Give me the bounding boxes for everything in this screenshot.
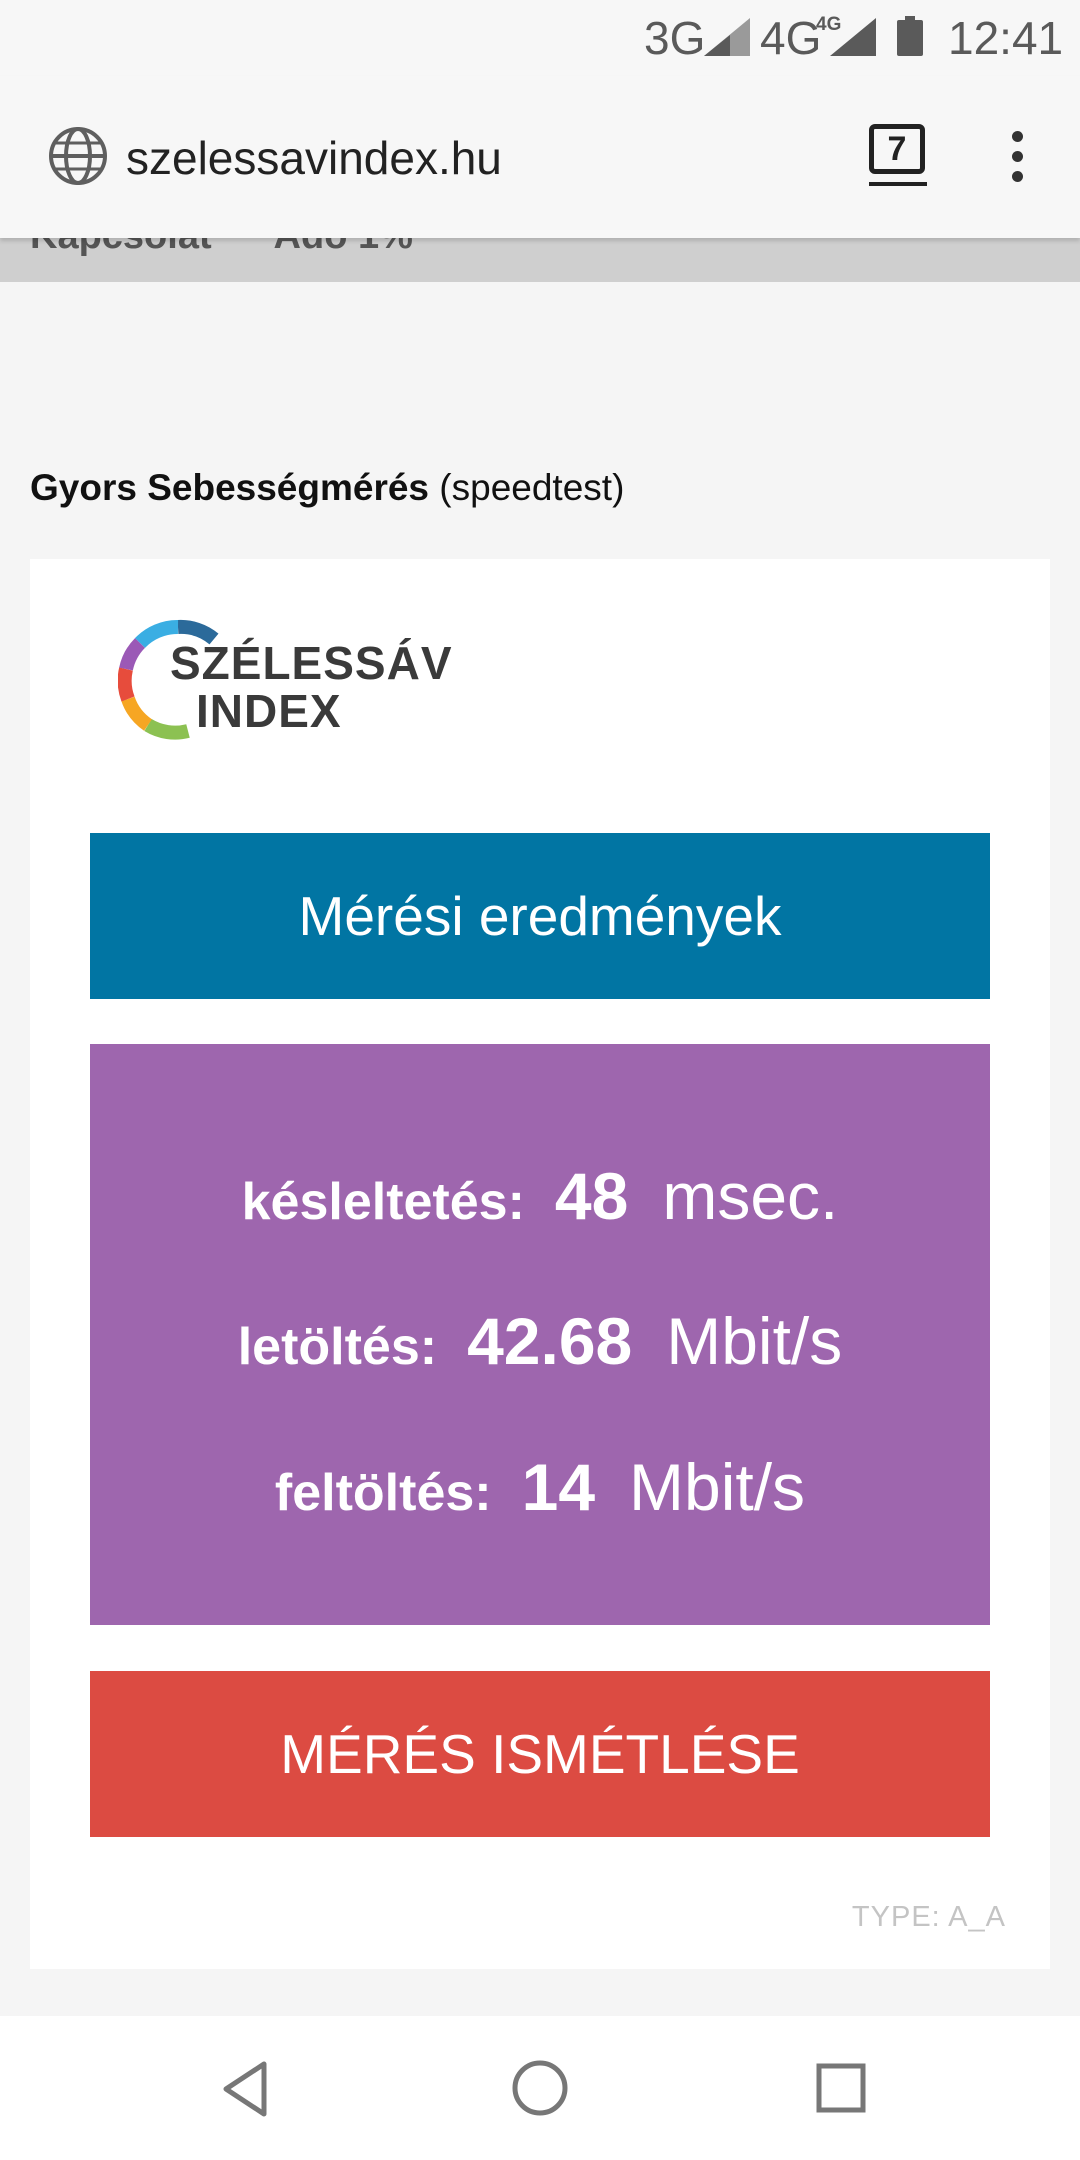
globe-icon[interactable] <box>47 125 109 187</box>
download-label: letöltés: <box>237 1318 438 1376</box>
download-value: 42.68 <box>467 1304 633 1378</box>
tab-switcher-underline <box>869 182 927 186</box>
upload-label: feltöltés: <box>274 1464 492 1522</box>
section-heading-normal: (speedtest) <box>429 467 625 508</box>
status-bar: 3G 4G 4G 12:41 <box>0 0 1080 76</box>
tab-switcher-button[interactable]: 7 <box>869 124 925 174</box>
clock: 12:41 <box>948 12 1064 64</box>
latency-label: késleltetés: <box>241 1173 525 1231</box>
recents-icon[interactable] <box>815 2062 867 2114</box>
upload-value: 14 <box>521 1450 596 1524</box>
upload-row: feltöltés: 14 Mbit/s <box>90 1451 990 1542</box>
navigation-bar <box>0 2016 1080 2160</box>
szelessav-index-logo: SZÉLESSÁV INDEX <box>118 617 458 777</box>
section-heading-bold: Gyors Sebességmérés <box>30 467 430 508</box>
signal-icon <box>704 18 750 56</box>
download-row: letöltés: 42.68 Mbit/s <box>90 1305 990 1396</box>
site-nav-strip: Kapcsolat Adó 1% <box>0 238 1080 282</box>
menu-icon[interactable] <box>1005 131 1029 191</box>
network-4g-label: 4G <box>760 12 822 64</box>
browser-toolbar: szelessavindex.hu 7 <box>0 76 1080 238</box>
battery-icon <box>897 16 923 56</box>
site-nav-cut-text: Kapcsolat Adó 1% <box>30 238 413 258</box>
latency-row: késleltetés: 48 msec. <box>90 1160 990 1251</box>
upload-unit: Mbit/s <box>629 1450 806 1524</box>
url-bar[interactable]: szelessavindex.hu <box>126 132 502 184</box>
latency-value: 48 <box>554 1159 629 1233</box>
logo-line1: SZÉLESSÁV <box>170 637 453 689</box>
download-unit: Mbit/s <box>666 1304 843 1378</box>
section-heading: Gyors Sebességmérés (speedtest) <box>30 466 624 510</box>
home-icon[interactable] <box>510 2058 570 2118</box>
results-panel: késleltetés: 48 msec. letöltés: 42.68 Mbit/s… <box>90 1044 990 1625</box>
results-header: Mérési eredmények <box>90 833 990 999</box>
type-label: TYPE: A_A <box>851 1901 1006 1933</box>
tab-count: 7 <box>887 130 907 168</box>
latency-unit: msec. <box>662 1159 839 1233</box>
signal-icon <box>830 18 876 56</box>
speedtest-card: SZÉLESSÁV INDEX Mérési eredmények késlel… <box>30 559 1050 1969</box>
logo-line2: INDEX <box>196 685 342 737</box>
network-3g-label: 3G <box>644 12 706 64</box>
repeat-measurement-button[interactable]: MÉRÉS ISMÉTLÉSE <box>90 1671 990 1837</box>
back-icon[interactable] <box>220 2060 270 2118</box>
